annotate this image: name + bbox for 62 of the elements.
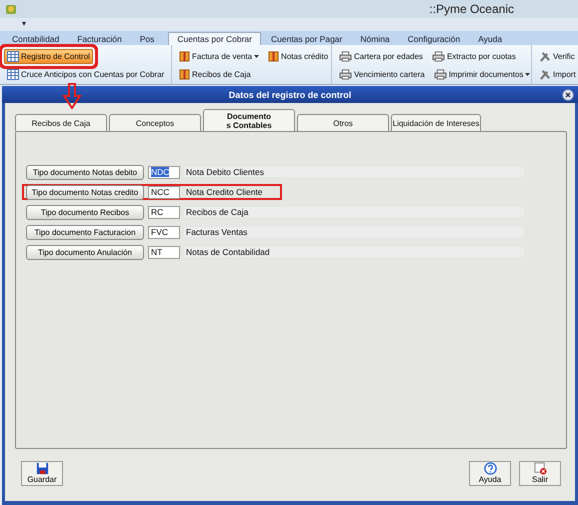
ribbon-tab[interactable]: Pos bbox=[136, 33, 168, 45]
ribbon-button[interactable]: Cruce Anticipos con Cuentas por Cobrar bbox=[4, 67, 168, 82]
dialog-tab[interactable]: Recibos de Caja bbox=[15, 114, 107, 131]
close-icon[interactable] bbox=[562, 89, 574, 101]
document-type-button[interactable]: Tipo documento Facturacion bbox=[26, 224, 144, 240]
ribbon-button[interactable]: Imprimir documentos bbox=[430, 67, 534, 82]
ribbon-button[interactable]: Verific bbox=[536, 49, 578, 64]
document-type-button[interactable]: Tipo documento Notas debito bbox=[26, 164, 144, 180]
app-icon bbox=[4, 2, 18, 16]
exit-icon bbox=[534, 462, 546, 475]
quick-access-menu[interactable]: ▾ bbox=[22, 19, 26, 28]
book-icon bbox=[179, 69, 190, 80]
document-type-button[interactable]: Tipo documento Recibos bbox=[26, 204, 144, 220]
ribbon-button[interactable]: Extracto por cuotas bbox=[428, 49, 519, 64]
arrow-annotation bbox=[62, 83, 82, 109]
footer-button[interactable]: Guardar bbox=[21, 460, 63, 486]
code-field[interactable]: RC bbox=[148, 206, 180, 218]
dialog-title: Datos del registro de control bbox=[228, 90, 352, 100]
dialog-tab[interactable]: Otros bbox=[297, 114, 389, 131]
ribbon-button[interactable]: Cartera por edades bbox=[336, 49, 426, 64]
code-field[interactable]: NCC bbox=[148, 186, 180, 198]
tools-icon bbox=[539, 69, 551, 80]
ribbon-tab[interactable]: Nómina bbox=[356, 33, 404, 45]
help-icon bbox=[484, 462, 496, 475]
grid-icon bbox=[7, 51, 19, 62]
printer-icon bbox=[339, 51, 352, 62]
code-field[interactable]: NT bbox=[148, 246, 180, 258]
printer-icon bbox=[432, 51, 445, 62]
description-label: Facturas Ventas bbox=[184, 227, 524, 237]
ribbon-tab[interactable]: Contabilidad bbox=[8, 33, 74, 45]
code-field[interactable]: NDC bbox=[148, 166, 180, 178]
tools-icon bbox=[539, 51, 551, 62]
ribbon-tab[interactable]: Cuentas por Cobrar bbox=[168, 32, 261, 45]
ribbon-tab[interactable]: Cuentas por Pagar bbox=[267, 33, 356, 45]
dialog-tab[interactable]: Liquidación de Intereses bbox=[391, 114, 481, 131]
book-icon bbox=[268, 51, 280, 62]
printer-icon bbox=[434, 69, 447, 80]
description-label: Nota Credito Cliente bbox=[185, 187, 264, 197]
printer-icon bbox=[339, 69, 352, 80]
description-label: Recibos de Caja bbox=[184, 207, 524, 217]
ribbon-button[interactable]: Import bbox=[536, 67, 578, 82]
dialog-tab[interactable]: Conceptos bbox=[109, 114, 201, 131]
ribbon-button[interactable]: Notas crédito bbox=[265, 49, 332, 64]
description-label: Notas de Contabilidad bbox=[184, 247, 524, 257]
caret-icon bbox=[254, 55, 260, 58]
ribbon-button[interactable]: Factura de venta bbox=[176, 49, 262, 64]
ribbon-tab[interactable]: Ayuda bbox=[474, 33, 516, 45]
document-type-button[interactable]: Tipo documento Anulación bbox=[26, 244, 144, 260]
ribbon-button[interactable]: Recibos de Caja bbox=[176, 67, 254, 82]
footer-button[interactable]: Salir bbox=[519, 460, 561, 486]
ribbon-button[interactable]: Vencimiento cartera bbox=[336, 67, 428, 82]
dialog-tab[interactable]: Documento s Contables bbox=[203, 109, 295, 131]
footer-button[interactable]: Ayuda bbox=[469, 460, 511, 486]
window-title: ::Pyme Oceanic bbox=[429, 2, 514, 16]
document-type-button[interactable]: Tipo documento Notas credito bbox=[26, 184, 144, 200]
ribbon-tab[interactable]: Configuración bbox=[404, 33, 474, 45]
code-field[interactable]: FVC bbox=[148, 226, 180, 238]
description-label: Nota Debito Clientes bbox=[184, 167, 524, 177]
book-icon bbox=[179, 51, 190, 62]
ribbon-tab[interactable]: Facturación bbox=[73, 33, 136, 45]
grid-icon bbox=[7, 69, 19, 80]
caret-icon bbox=[525, 73, 530, 76]
